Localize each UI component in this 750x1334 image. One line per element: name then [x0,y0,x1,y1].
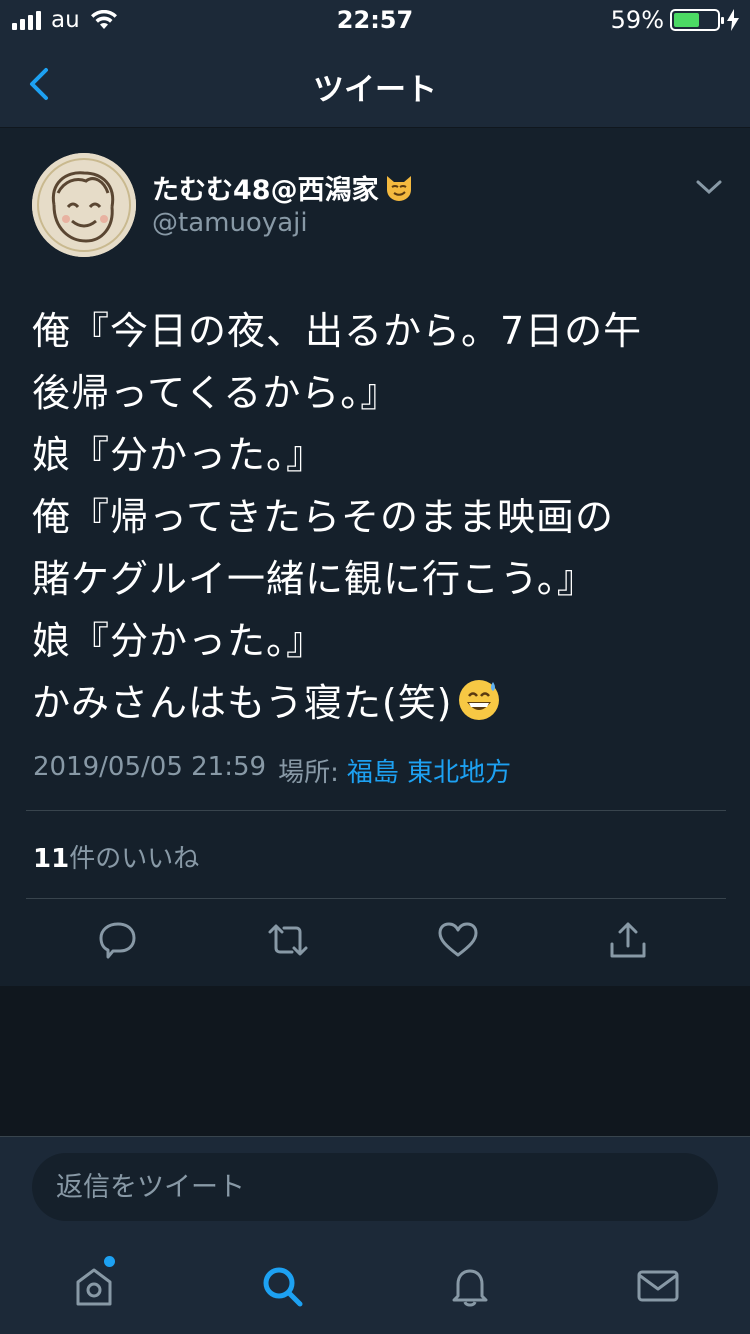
page-title: ツイート [313,72,437,108]
battery-fill [674,13,699,27]
tweet-line: かみさんはもう寝た(笑) [32,681,453,725]
tweet-line: 後帰ってくるから。』 [32,371,400,415]
location-link[interactable]: 福島 東北地方 [347,752,511,789]
charging-bolt-icon [727,9,739,31]
tweet-line: 娘『分かった。』 [32,619,326,663]
grinning-sweat-icon [458,680,499,720]
user-handle[interactable]: @tamuoyaji [152,208,308,238]
like-icon[interactable] [436,918,480,962]
chevron-down-icon[interactable] [694,176,724,198]
divider [26,810,726,811]
likes-label: 件のいいね [69,844,200,874]
battery-percent: 59% [610,6,664,34]
reply-bar [0,1136,750,1240]
home-icon[interactable] [70,1262,118,1310]
display-name[interactable]: たむむ48@西潟家 [152,168,415,207]
tweet-line: 娘『分かった。』 [32,433,326,477]
notifications-icon[interactable] [446,1262,494,1310]
battery-icon [670,9,724,31]
reply-input[interactable] [32,1153,718,1221]
tweet-meta: 2019/05/05 21:59 場所: 福島 東北地方 [33,752,511,789]
tweet-line-last: かみさんはもう寝た(笑) [32,672,732,734]
tweet-text: 俺『今日の夜、出るから。7日の午 後帰ってくるから。』 娘『分かった。』 俺『帰… [32,300,732,734]
tweet-line: 俺『今日の夜、出るから。7日の午 [32,309,643,353]
share-icon[interactable] [606,918,650,962]
tweet-actions [0,918,750,968]
status-bar: au 22:57 59% [0,0,750,40]
unread-dot [104,1256,115,1267]
likes-number: 11 [33,844,70,874]
empty-area [0,986,750,1136]
status-right: 59% [611,6,740,34]
divider [26,898,726,899]
smirking-cat-icon [386,175,411,201]
timestamp: 2019/05/05 21:59 [33,752,267,782]
location-label: 場所: [278,758,339,788]
tweet-line: 賭ケグルイ一緒に観に行こう。』 [32,557,596,601]
display-name-text: たむむ48@西潟家 [152,175,379,206]
tab-bar [0,1240,750,1334]
nav-bar: ツイート [0,40,750,128]
tweet-detail: たむむ48@西潟家 @tamuoyaji 俺『今日の夜、出るから。7日の午 後帰… [0,128,750,986]
tweet-line: 俺『帰ってきたらそのまま映画の [32,495,614,539]
retweet-icon[interactable] [266,918,310,962]
avatar-face-illustration [32,153,136,257]
likes-count[interactable]: 11件のいいね [33,838,199,875]
messages-icon[interactable] [634,1262,682,1310]
reply-icon[interactable] [96,918,140,962]
search-icon[interactable] [258,1262,306,1310]
avatar[interactable] [32,153,136,257]
